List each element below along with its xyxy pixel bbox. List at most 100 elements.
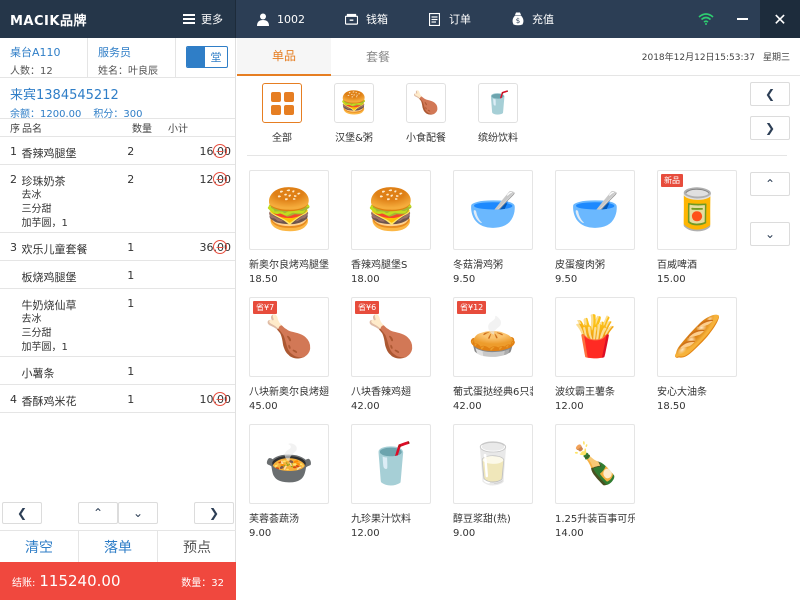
close-button[interactable]: ✕ — [760, 0, 800, 38]
order-panel: 桌台A110 人数：12 服务员 姓名：叶良辰 堂 来宾1384545212 余… — [0, 38, 236, 600]
checkout-bar[interactable]: 结账: 115240.00 数量：32 — [0, 562, 236, 600]
order-row[interactable]: 牛奶烧仙草 去冰 三分甜 加芋圆，1 1 — [0, 289, 235, 357]
minus-icon: − — [215, 392, 225, 406]
submit-order-button[interactable]: 落单 — [79, 531, 158, 562]
top-nav: 1002 钱箱 订单 $ 充值 — [236, 0, 574, 38]
product-name: 冬菇滑鸡粥 — [453, 260, 503, 271]
order-no: 3 — [10, 241, 17, 254]
remove-item-button[interactable]: − — [213, 144, 227, 158]
category-snacks[interactable]: 🍗 小食配餐 — [397, 78, 455, 156]
product-image: 新品 🥫 — [657, 170, 737, 250]
table-cell[interactable]: 桌台A110 人数：12 — [0, 38, 88, 77]
product-row: 🍔 新奥尔良烤鸡腿堡S 18.50 🍔 香辣鸡腿堡S 18.00 🥣 冬菇滑鸡粥 9.50 🥣 皮蛋… — [249, 170, 749, 297]
date-time-text: 2018年12月12日15:53:37 — [641, 53, 755, 63]
order-row[interactable]: 2 珍珠奶茶 去冰 三分甜 加芋圆，1 2 12.00− — [0, 165, 235, 233]
order-qty: 1 — [127, 297, 135, 310]
cashbox-button[interactable]: 钱箱 — [325, 0, 408, 38]
order-subtotal — [162, 357, 235, 365]
product-card[interactable]: 🥣 冬菇滑鸡粥 9.50 — [453, 170, 533, 297]
product-card[interactable]: 省¥6 🍗 八块香辣鸡翅 42.00 — [351, 297, 431, 424]
header-subtotal: 小计 — [168, 124, 188, 135]
order-row[interactable]: 1 香辣鸡腿堡 2 16.00− — [0, 137, 235, 165]
scroll-down-button[interactable]: ⌄ — [118, 502, 158, 524]
order-note: 加芋圆，1 — [21, 342, 68, 353]
product-card[interactable]: 省¥7 🍗 八块新奥尔良烤翅 45.00 — [249, 297, 329, 424]
order-item-name: 小薯条 — [22, 357, 128, 381]
cashbox-icon — [345, 13, 358, 26]
clear-button[interactable]: 清空 — [0, 531, 79, 562]
orders-label: 订单 — [449, 13, 471, 26]
product-image: 🍔 — [351, 170, 431, 250]
product-row: 🍲 芙蓉荟蔬汤 9.00 🥤 九珍果汁饮料 12.00 🥛 醇豆浆甜(热) 9.00 🍾 1.25升… — [249, 424, 749, 551]
prev-page-button[interactable]: ❮ — [2, 502, 42, 524]
chevron-left-icon: ❮ — [764, 87, 776, 101]
more-label: 更多 — [201, 13, 223, 26]
products-scroll-up-button[interactable]: ⌃ — [750, 172, 790, 196]
tab-single-items[interactable]: 单品 — [237, 37, 331, 76]
order-row[interactable]: 小薯条 1 — [0, 357, 235, 385]
product-card[interactable]: 🍲 芙蓉荟蔬汤 9.00 — [249, 424, 329, 551]
product-image: 🥖 — [657, 297, 737, 377]
recharge-button[interactable]: $ 充值 — [491, 0, 574, 38]
order-row[interactable]: 3 欢乐儿童套餐 1 36.00− — [0, 233, 235, 261]
chevron-down-icon: ⌄ — [132, 506, 144, 520]
order-no — [0, 357, 22, 365]
order-item-name: 香辣鸡腿堡 — [22, 137, 128, 161]
order-table-header: 序 品名 数量 小计 — [0, 119, 235, 137]
product-card[interactable]: 省¥12 🥧 葡式蛋挞经典6只装 42.00 — [453, 297, 533, 424]
orders-button[interactable]: 订单 — [408, 0, 491, 38]
more-menu-button[interactable]: 更多 — [183, 11, 223, 27]
products-scroll-down-button[interactable]: ⌄ — [750, 222, 790, 246]
product-name: 芙蓉荟蔬汤 — [249, 514, 299, 525]
product-card[interactable]: 🥛 醇豆浆甜(热) 9.00 — [453, 424, 533, 551]
dine-mode-toggle[interactable]: 堂 — [186, 46, 228, 68]
order-item-name: 欢乐儿童套餐 — [22, 233, 128, 257]
category-next-button[interactable]: ❯ — [750, 116, 790, 140]
category-burger-porridge[interactable]: 🍔 汉堡&粥 — [325, 78, 383, 156]
product-price: 45.00 — [249, 401, 278, 412]
user-icon — [256, 13, 269, 26]
order-note: 去冰 — [21, 190, 42, 201]
minimize-button[interactable] — [724, 0, 760, 38]
product-card[interactable]: 🥖 安心大油条 18.50 — [657, 297, 737, 424]
category-all[interactable]: 全部 — [253, 78, 311, 156]
table-label: 桌台A110 — [10, 46, 61, 59]
product-card[interactable]: 🍔 香辣鸡腿堡S 18.00 — [351, 170, 431, 297]
category-drinks[interactable]: 🥤 缤纷饮料 — [469, 78, 527, 156]
order-qty: 2 — [127, 145, 135, 158]
chevron-down-icon: ⌄ — [764, 227, 776, 241]
user-button[interactable]: 1002 — [236, 0, 325, 38]
order-no: 4 — [10, 393, 17, 406]
waiter-cell[interactable]: 服务员 姓名：叶良辰 — [88, 38, 176, 77]
tab-combos[interactable]: 套餐 — [331, 38, 425, 76]
remove-item-button[interactable]: − — [213, 172, 227, 186]
people-count: 人数：12 — [10, 66, 53, 77]
chicken-icon: 🍗 — [406, 83, 446, 123]
category-label: 全部 — [272, 133, 292, 144]
product-card[interactable]: 🍟 波纹霸王薯条 12.00 — [555, 297, 635, 424]
product-price: 9.50 — [555, 274, 578, 285]
scroll-up-button[interactable]: ⌃ — [78, 502, 118, 524]
product-card[interactable]: 🥤 九珍果汁饮料 12.00 — [351, 424, 431, 551]
order-row[interactable]: 板烧鸡腿堡 1 — [0, 261, 235, 289]
member-info[interactable]: 来宾1384545212 余额：1200.00 积分：300 — [0, 78, 235, 120]
order-row[interactable]: 4 香酥鸡米花 1 10.00− — [0, 385, 235, 413]
food-icon: 🍗 — [366, 314, 416, 360]
product-card[interactable]: 新品 🥫 百威啤酒 15.00 — [657, 170, 737, 297]
next-page-button[interactable]: ❯ — [194, 502, 234, 524]
remove-item-button[interactable]: − — [213, 240, 227, 254]
product-image: 🍾 — [555, 424, 635, 504]
dine-mode-label: 堂 — [210, 51, 222, 64]
category-prev-button[interactable]: ❮ — [750, 82, 790, 106]
remove-item-button[interactable]: − — [213, 392, 227, 406]
product-card[interactable]: 🍔 新奥尔良烤鸡腿堡S 18.50 — [249, 170, 329, 297]
order-item-name: 香酥鸡米花 — [22, 385, 128, 409]
preorder-button[interactable]: 预点 — [158, 531, 236, 562]
product-card[interactable]: 🥣 皮蛋瘦肉粥 9.50 — [555, 170, 635, 297]
order-item-name: 珍珠奶茶 去冰 三分甜 加芋圆，1 — [22, 165, 128, 235]
product-image: 🥣 — [555, 170, 635, 250]
product-name: 八块香辣鸡翅 — [351, 387, 411, 398]
drink-icon: 🥤 — [478, 83, 518, 123]
order-no — [0, 289, 22, 297]
product-card[interactable]: 🍾 1.25升装百事可乐 14.00 — [555, 424, 635, 551]
